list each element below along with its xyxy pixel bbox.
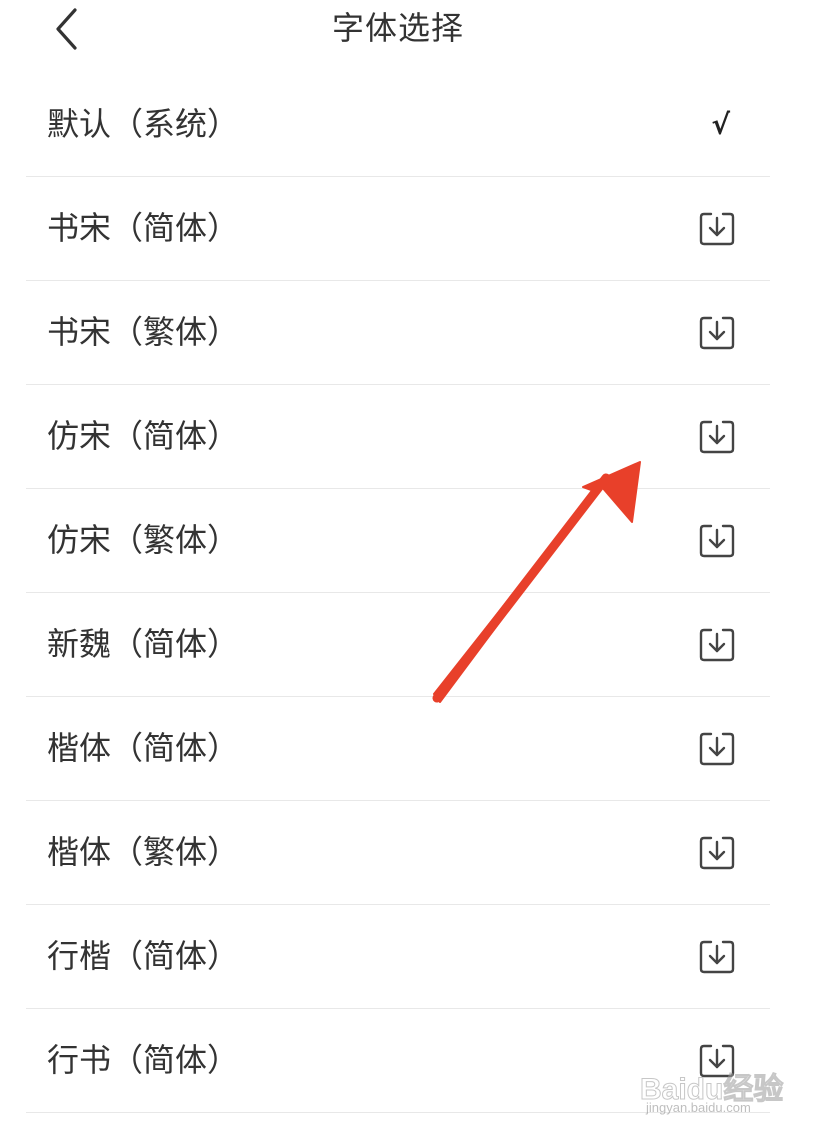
baidu-jingyan-watermark: Baidu经验 jingyan.baidu.com (639, 1064, 810, 1124)
font-item-label: 书宋（简体） (47, 209, 240, 247)
font-item-label: 楷体（简体） (47, 729, 240, 767)
font-item-label: 默认（系统） (47, 105, 240, 143)
download-box-icon[interactable] (698, 211, 736, 247)
font-item-shusong-traditional[interactable]: 书宋（繁体） (26, 281, 770, 385)
font-item-label: 楷体（繁体） (47, 833, 240, 871)
font-list: 默认（系统） √ 书宋（简体） 书宋（繁体） 仿宋（简体） 仿宋（繁体） 新魏（… (26, 73, 770, 1113)
font-item-shusong-simplified[interactable]: 书宋（简体） (26, 177, 770, 281)
font-item-label: 行书（简体） (47, 1041, 240, 1079)
font-item-kaiti-simplified[interactable]: 楷体（简体） (26, 697, 770, 801)
download-box-icon[interactable] (698, 419, 736, 455)
download-box-icon[interactable] (698, 627, 736, 663)
download-box-icon[interactable] (698, 523, 736, 559)
font-item-label: 仿宋（繁体） (47, 521, 240, 559)
font-item-kaiti-traditional[interactable]: 楷体（繁体） (26, 801, 770, 905)
top-bar: 字体选择 (0, 0, 832, 72)
watermark-sub-text: jingyan.baidu.com (646, 1100, 751, 1115)
font-item-fangsong-traditional[interactable]: 仿宋（繁体） (26, 489, 770, 593)
download-box-icon[interactable] (698, 939, 736, 975)
font-item-label: 仿宋（简体） (47, 417, 240, 455)
font-item-default-system[interactable]: 默认（系统） √ (26, 73, 770, 177)
check-icon: √ (711, 108, 730, 141)
font-item-label: 行楷（简体） (47, 937, 240, 975)
download-box-icon[interactable] (698, 731, 736, 767)
font-item-xingkai-simplified[interactable]: 行楷（简体） (26, 905, 770, 1009)
font-item-fangsong-simplified[interactable]: 仿宋（简体） (26, 385, 770, 489)
font-item-xinwei-simplified[interactable]: 新魏（简体） (26, 593, 770, 697)
page-title: 字体选择 (331, 9, 464, 47)
font-item-label: 书宋（繁体） (47, 313, 240, 351)
download-box-icon[interactable] (698, 835, 736, 871)
font-item-label: 新魏（简体） (47, 625, 240, 663)
download-box-icon[interactable] (698, 315, 736, 351)
